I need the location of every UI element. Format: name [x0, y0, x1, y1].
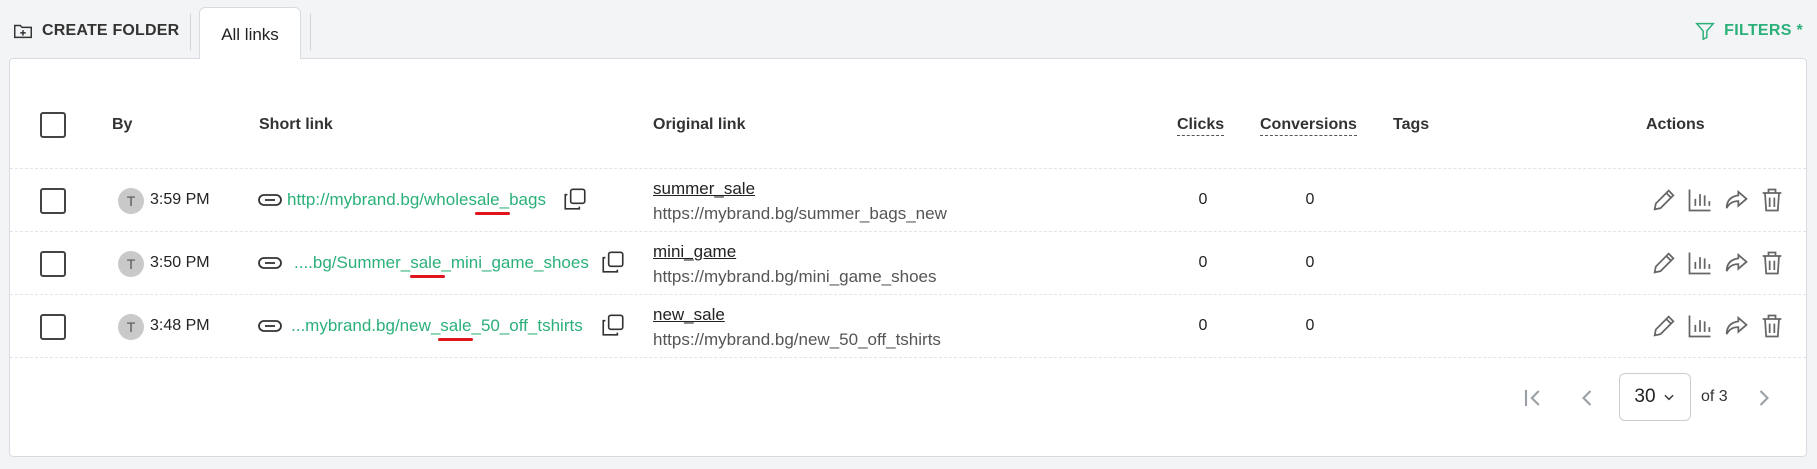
trash-icon[interactable] — [1758, 312, 1786, 340]
page-size-value: 30 — [1634, 386, 1656, 407]
share-icon[interactable] — [1722, 312, 1750, 340]
created-time: 3:50 PM — [150, 254, 210, 271]
avatar: T — [118, 314, 144, 340]
table-row: T 3:48 PM ...mybrand.bg/new_sale_50_off_… — [10, 295, 1806, 358]
header-clicks[interactable]: Clicks — [1177, 116, 1225, 136]
original-link-url: https://mybrand.bg/mini_game_shoes — [653, 267, 937, 286]
row-checkbox[interactable] — [40, 251, 66, 277]
toolbar: CREATE FOLDER All links FILTERS * — [0, 0, 1817, 59]
link-icon — [258, 257, 282, 269]
filters-button[interactable]: FILTERS * — [1694, 20, 1803, 42]
tab-all-links[interactable]: All links — [199, 7, 301, 59]
pencil-icon[interactable] — [1650, 312, 1678, 340]
header-short-link: Short link — [259, 116, 333, 133]
next-page-icon[interactable] — [1750, 384, 1778, 412]
page-size-select[interactable]: 30 — [1619, 373, 1691, 421]
trash-icon[interactable] — [1758, 249, 1786, 277]
chevron-down-icon — [1663, 394, 1674, 401]
conversions-count: 0 — [1305, 191, 1315, 208]
header-conversions[interactable]: Conversions — [1260, 116, 1357, 136]
clicks-count: 0 — [1198, 254, 1208, 271]
select-all-checkbox[interactable] — [40, 112, 66, 138]
header-by: By — [112, 116, 133, 133]
page-count: of 3 — [1701, 388, 1728, 405]
bar-chart-icon[interactable] — [1686, 186, 1714, 214]
table-row: T 3:50 PM ....bg/Summer_sale_mini_game_s… — [10, 232, 1806, 295]
row-actions — [1650, 312, 1786, 340]
tab-label: All links — [221, 24, 279, 44]
share-icon[interactable] — [1722, 249, 1750, 277]
short-link[interactable]: http://mybrand.bg/wholesale_bags — [287, 190, 546, 210]
highlight-mark — [410, 275, 445, 278]
trash-icon[interactable] — [1758, 186, 1786, 214]
header-actions: Actions — [1646, 116, 1705, 133]
pencil-icon[interactable] — [1650, 249, 1678, 277]
conversions-count: 0 — [1305, 254, 1315, 271]
divider — [190, 14, 191, 50]
copy-icon[interactable] — [600, 249, 626, 275]
bar-chart-icon[interactable] — [1686, 312, 1714, 340]
prev-page-icon[interactable] — [1573, 384, 1601, 412]
avatar: T — [118, 251, 144, 277]
created-time: 3:48 PM — [150, 317, 210, 334]
link-icon — [258, 320, 282, 332]
clicks-count: 0 — [1198, 317, 1208, 334]
row-checkbox[interactable] — [40, 314, 66, 340]
original-link-url: https://mybrand.bg/new_50_off_tshirts — [653, 330, 941, 349]
row-actions — [1650, 249, 1786, 277]
table-row: T 3:59 PM http://mybrand.bg/wholesale_ba… — [10, 169, 1806, 232]
header-original-link: Original link — [653, 116, 746, 133]
row-checkbox[interactable] — [40, 188, 66, 214]
short-link[interactable]: ...mybrand.bg/new_sale_50_off_tshirts — [291, 316, 583, 336]
conversions-count: 0 — [1305, 317, 1315, 334]
table-header: By Short link Original link Clicks Conve… — [10, 59, 1806, 169]
clicks-count: 0 — [1198, 191, 1208, 208]
create-folder-label: CREATE FOLDER — [42, 22, 180, 39]
original-link-name[interactable]: summer_sale — [653, 179, 755, 199]
filters-label: FILTERS * — [1724, 22, 1803, 39]
bar-chart-icon[interactable] — [1686, 249, 1714, 277]
link-icon — [258, 194, 282, 206]
row-actions — [1650, 186, 1786, 214]
highlight-mark — [475, 212, 510, 215]
copy-icon[interactable] — [600, 312, 626, 338]
first-page-icon[interactable] — [1519, 384, 1547, 412]
short-link[interactable]: ....bg/Summer_sale_mini_game_shoes — [294, 253, 589, 273]
created-time: 3:59 PM — [150, 191, 210, 208]
create-folder-button[interactable]: CREATE FOLDER — [12, 20, 179, 42]
filter-icon — [1695, 22, 1716, 41]
highlight-mark — [438, 338, 473, 341]
pencil-icon[interactable] — [1650, 186, 1678, 214]
copy-icon[interactable] — [562, 186, 588, 212]
original-link-url: https://mybrand.bg/summer_bags_new — [653, 204, 947, 223]
avatar: T — [118, 188, 144, 214]
original-link-name[interactable]: new_sale — [653, 305, 725, 325]
divider — [310, 14, 311, 50]
folder-plus-icon — [14, 24, 32, 39]
original-link-name[interactable]: mini_game — [653, 242, 736, 262]
header-tags: Tags — [1393, 116, 1430, 133]
share-icon[interactable] — [1722, 186, 1750, 214]
